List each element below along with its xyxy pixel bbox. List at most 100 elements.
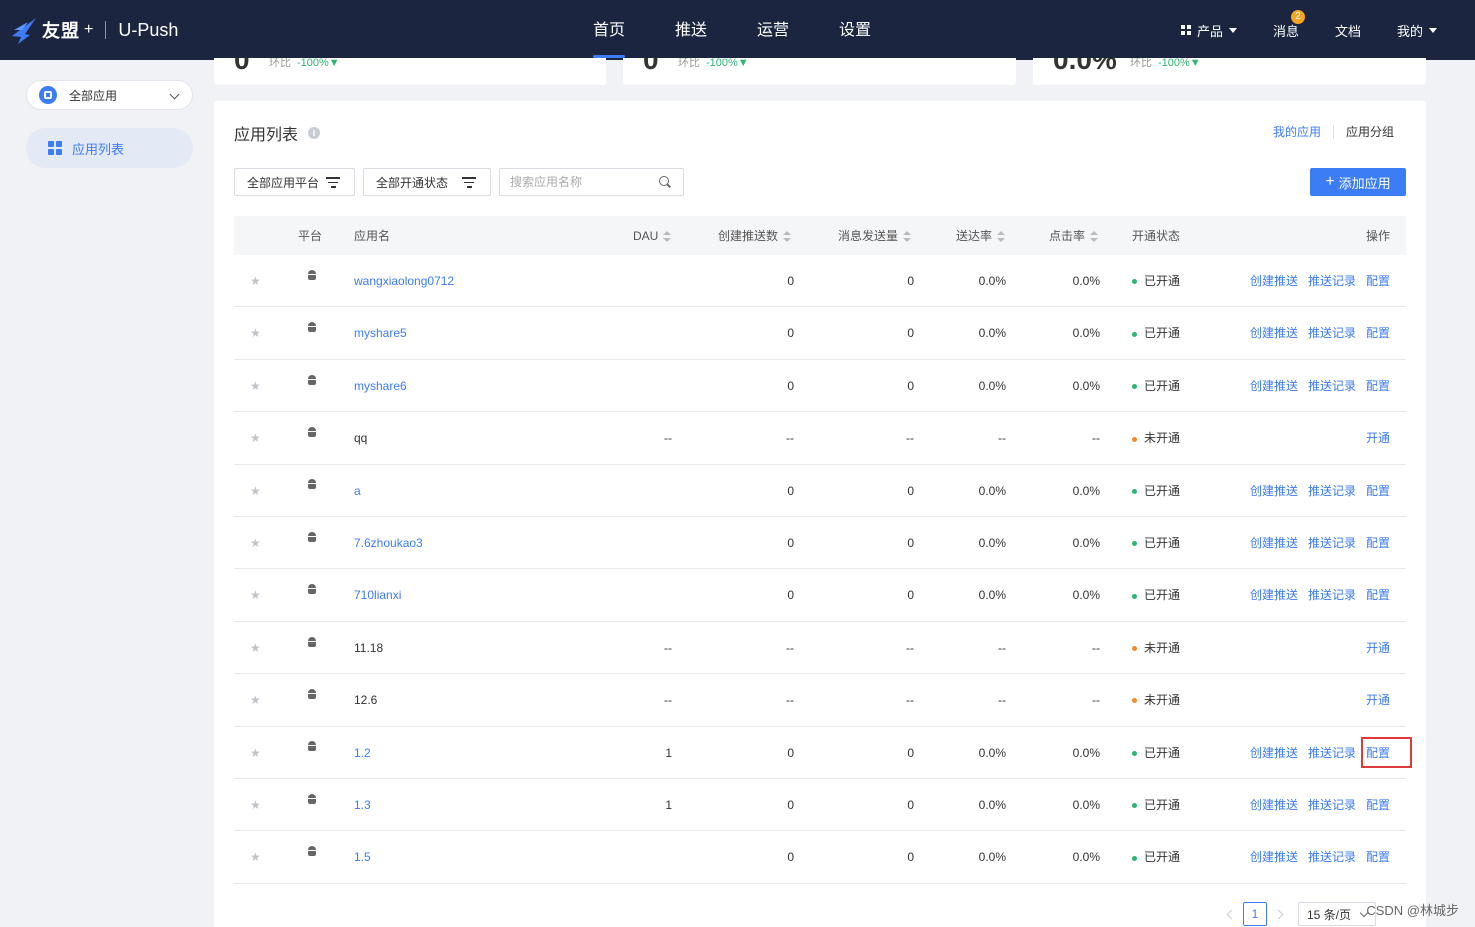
push-history-link[interactable]: 推送记录 <box>1308 569 1356 621</box>
config-link[interactable]: 配置 <box>1366 831 1390 883</box>
app-name[interactable]: 710lianxi <box>354 569 401 621</box>
config-link[interactable]: 配置 <box>1366 517 1390 569</box>
app-name[interactable]: myshare5 <box>354 307 407 359</box>
favorite-star-icon[interactable]: ★ <box>250 255 261 307</box>
status-text: 已开通 <box>1144 378 1181 393</box>
table-row: ★ a 0 0 0.0% 0.0% 已开通 创建推送 推送记录 配置 <box>234 465 1406 517</box>
cell-created: 0 <box>787 588 794 603</box>
create-push-link[interactable]: 创建推送 <box>1250 569 1298 621</box>
app-name[interactable]: a <box>354 465 361 517</box>
create-push-link[interactable]: 创建推送 <box>1250 465 1298 517</box>
push-history-link[interactable]: 推送记录 <box>1308 307 1356 359</box>
page-size-select[interactable]: 15 条/页 <box>1297 902 1376 926</box>
app-name[interactable]: 1.3 <box>354 779 371 831</box>
config-link[interactable]: 配置 <box>1366 255 1390 307</box>
info-icon[interactable]: i <box>308 127 321 139</box>
docs-link[interactable]: 文档 <box>1335 21 1361 40</box>
config-link[interactable]: 配置 <box>1366 465 1390 517</box>
config-link[interactable]: 配置 <box>1366 569 1390 621</box>
cell-delivery: 0.0% <box>978 483 1006 498</box>
favorite-star-icon[interactable]: ★ <box>250 674 261 726</box>
search-input[interactable] <box>500 169 650 195</box>
search-icon[interactable] <box>659 176 669 186</box>
status-text: 已开通 <box>1144 588 1181 603</box>
add-app-button[interactable]: + 添加应用 <box>1310 168 1406 196</box>
table-row: ★ 7.6zhoukao3 0 0 0.0% 0.0% 已开通 创建推送 推送记录 配置 <box>234 517 1406 570</box>
page-current[interactable]: 1 <box>1242 902 1267 926</box>
config-link[interactable]: 配置 <box>1366 307 1390 359</box>
filter-icon <box>326 177 340 188</box>
cell-dau: -- <box>664 431 672 446</box>
products-menu[interactable]: 产品 <box>1180 21 1237 40</box>
nav-home[interactable]: 首页 <box>578 0 640 60</box>
my-apps-link[interactable]: 我的应用 <box>1273 123 1321 140</box>
next-page-icon[interactable] <box>1273 909 1284 919</box>
col-platform: 平台 <box>298 229 323 243</box>
activate-link[interactable]: 开通 <box>1366 622 1390 674</box>
favorite-star-icon[interactable]: ★ <box>250 569 261 621</box>
col-click[interactable]: 点击率 <box>1049 216 1099 255</box>
activate-link[interactable]: 开通 <box>1366 412 1390 464</box>
stat-value: 0.0% <box>1053 58 1117 75</box>
status-badge: 已开通 <box>1132 569 1180 621</box>
status-dot-icon <box>1132 698 1137 704</box>
favorite-star-icon[interactable]: ★ <box>250 465 261 517</box>
push-history-link[interactable]: 推送记录 <box>1308 517 1356 569</box>
create-push-link[interactable]: 创建推送 <box>1250 727 1298 779</box>
create-push-link[interactable]: 创建推送 <box>1250 779 1298 831</box>
stat-card: 0 环比 -100%▼ <box>623 58 1016 85</box>
logo[interactable]: 友盟 + U-Push <box>10 14 178 46</box>
app-groups-link[interactable]: 应用分组 <box>1346 123 1394 140</box>
favorite-star-icon[interactable]: ★ <box>250 727 261 779</box>
activate-link[interactable]: 开通 <box>1366 674 1390 726</box>
create-push-link[interactable]: 创建推送 <box>1250 255 1298 307</box>
app-name[interactable]: 7.6zhoukao3 <box>354 517 423 569</box>
cell-sent: 0 <box>907 483 914 498</box>
nav-home-label: 首页 <box>593 22 626 39</box>
create-push-link[interactable]: 创建推送 <box>1250 360 1298 412</box>
android-icon <box>307 727 317 779</box>
products-label: 产品 <box>1196 23 1223 39</box>
app-name[interactable]: myshare6 <box>354 360 407 412</box>
config-link[interactable]: 配置 <box>1366 779 1390 831</box>
android-icon <box>307 779 317 831</box>
col-sent[interactable]: 消息发送量 <box>838 216 912 255</box>
nav-operations[interactable]: 运营 <box>742 0 804 60</box>
favorite-star-icon[interactable]: ★ <box>250 412 261 464</box>
app-name[interactable]: 1.2 <box>354 727 371 779</box>
favorite-star-icon[interactable]: ★ <box>250 831 261 883</box>
favorite-star-icon[interactable]: ★ <box>250 517 261 569</box>
config-link[interactable]: 配置 <box>1366 360 1390 412</box>
nav-push[interactable]: 推送 <box>660 0 722 60</box>
create-push-link[interactable]: 创建推送 <box>1250 517 1298 569</box>
push-history-link[interactable]: 推送记录 <box>1308 360 1356 412</box>
push-history-link[interactable]: 推送记录 <box>1308 727 1356 779</box>
app-name[interactable]: wangxiaolong0712 <box>354 255 454 307</box>
app-name[interactable]: 1.5 <box>354 831 371 883</box>
nav-settings[interactable]: 设置 <box>824 0 886 60</box>
favorite-star-icon[interactable]: ★ <box>250 307 261 359</box>
cell-delivery: 0.0% <box>978 378 1006 393</box>
col-dau[interactable]: DAU <box>633 216 672 255</box>
cell-delivery: 0.0% <box>978 535 1006 550</box>
push-history-link[interactable]: 推送记录 <box>1308 831 1356 883</box>
push-history-link[interactable]: 推送记录 <box>1308 779 1356 831</box>
push-history-link[interactable]: 推送记录 <box>1308 255 1356 307</box>
app-selector[interactable]: 全部应用 <box>26 80 193 110</box>
col-delivery[interactable]: 送达率 <box>956 216 1006 255</box>
android-icon <box>307 569 317 621</box>
favorite-star-icon[interactable]: ★ <box>250 779 261 831</box>
prev-page-icon[interactable] <box>1226 909 1237 919</box>
status-filter[interactable]: 全部开通状态 <box>363 168 491 196</box>
status-text: 未开通 <box>1144 693 1181 708</box>
create-push-link[interactable]: 创建推送 <box>1250 307 1298 359</box>
user-menu[interactable]: 我的 <box>1397 21 1437 40</box>
col-created[interactable]: 创建推送数 <box>718 216 792 255</box>
push-history-link[interactable]: 推送记录 <box>1308 465 1356 517</box>
create-push-link[interactable]: 创建推送 <box>1250 831 1298 883</box>
messages-link[interactable]: 消息 2 <box>1273 9 1305 40</box>
favorite-star-icon[interactable]: ★ <box>250 360 261 412</box>
platform-filter[interactable]: 全部应用平台 <box>234 168 355 196</box>
favorite-star-icon[interactable]: ★ <box>250 622 261 674</box>
sidebar-item-app-list[interactable]: 应用列表 <box>26 128 193 168</box>
